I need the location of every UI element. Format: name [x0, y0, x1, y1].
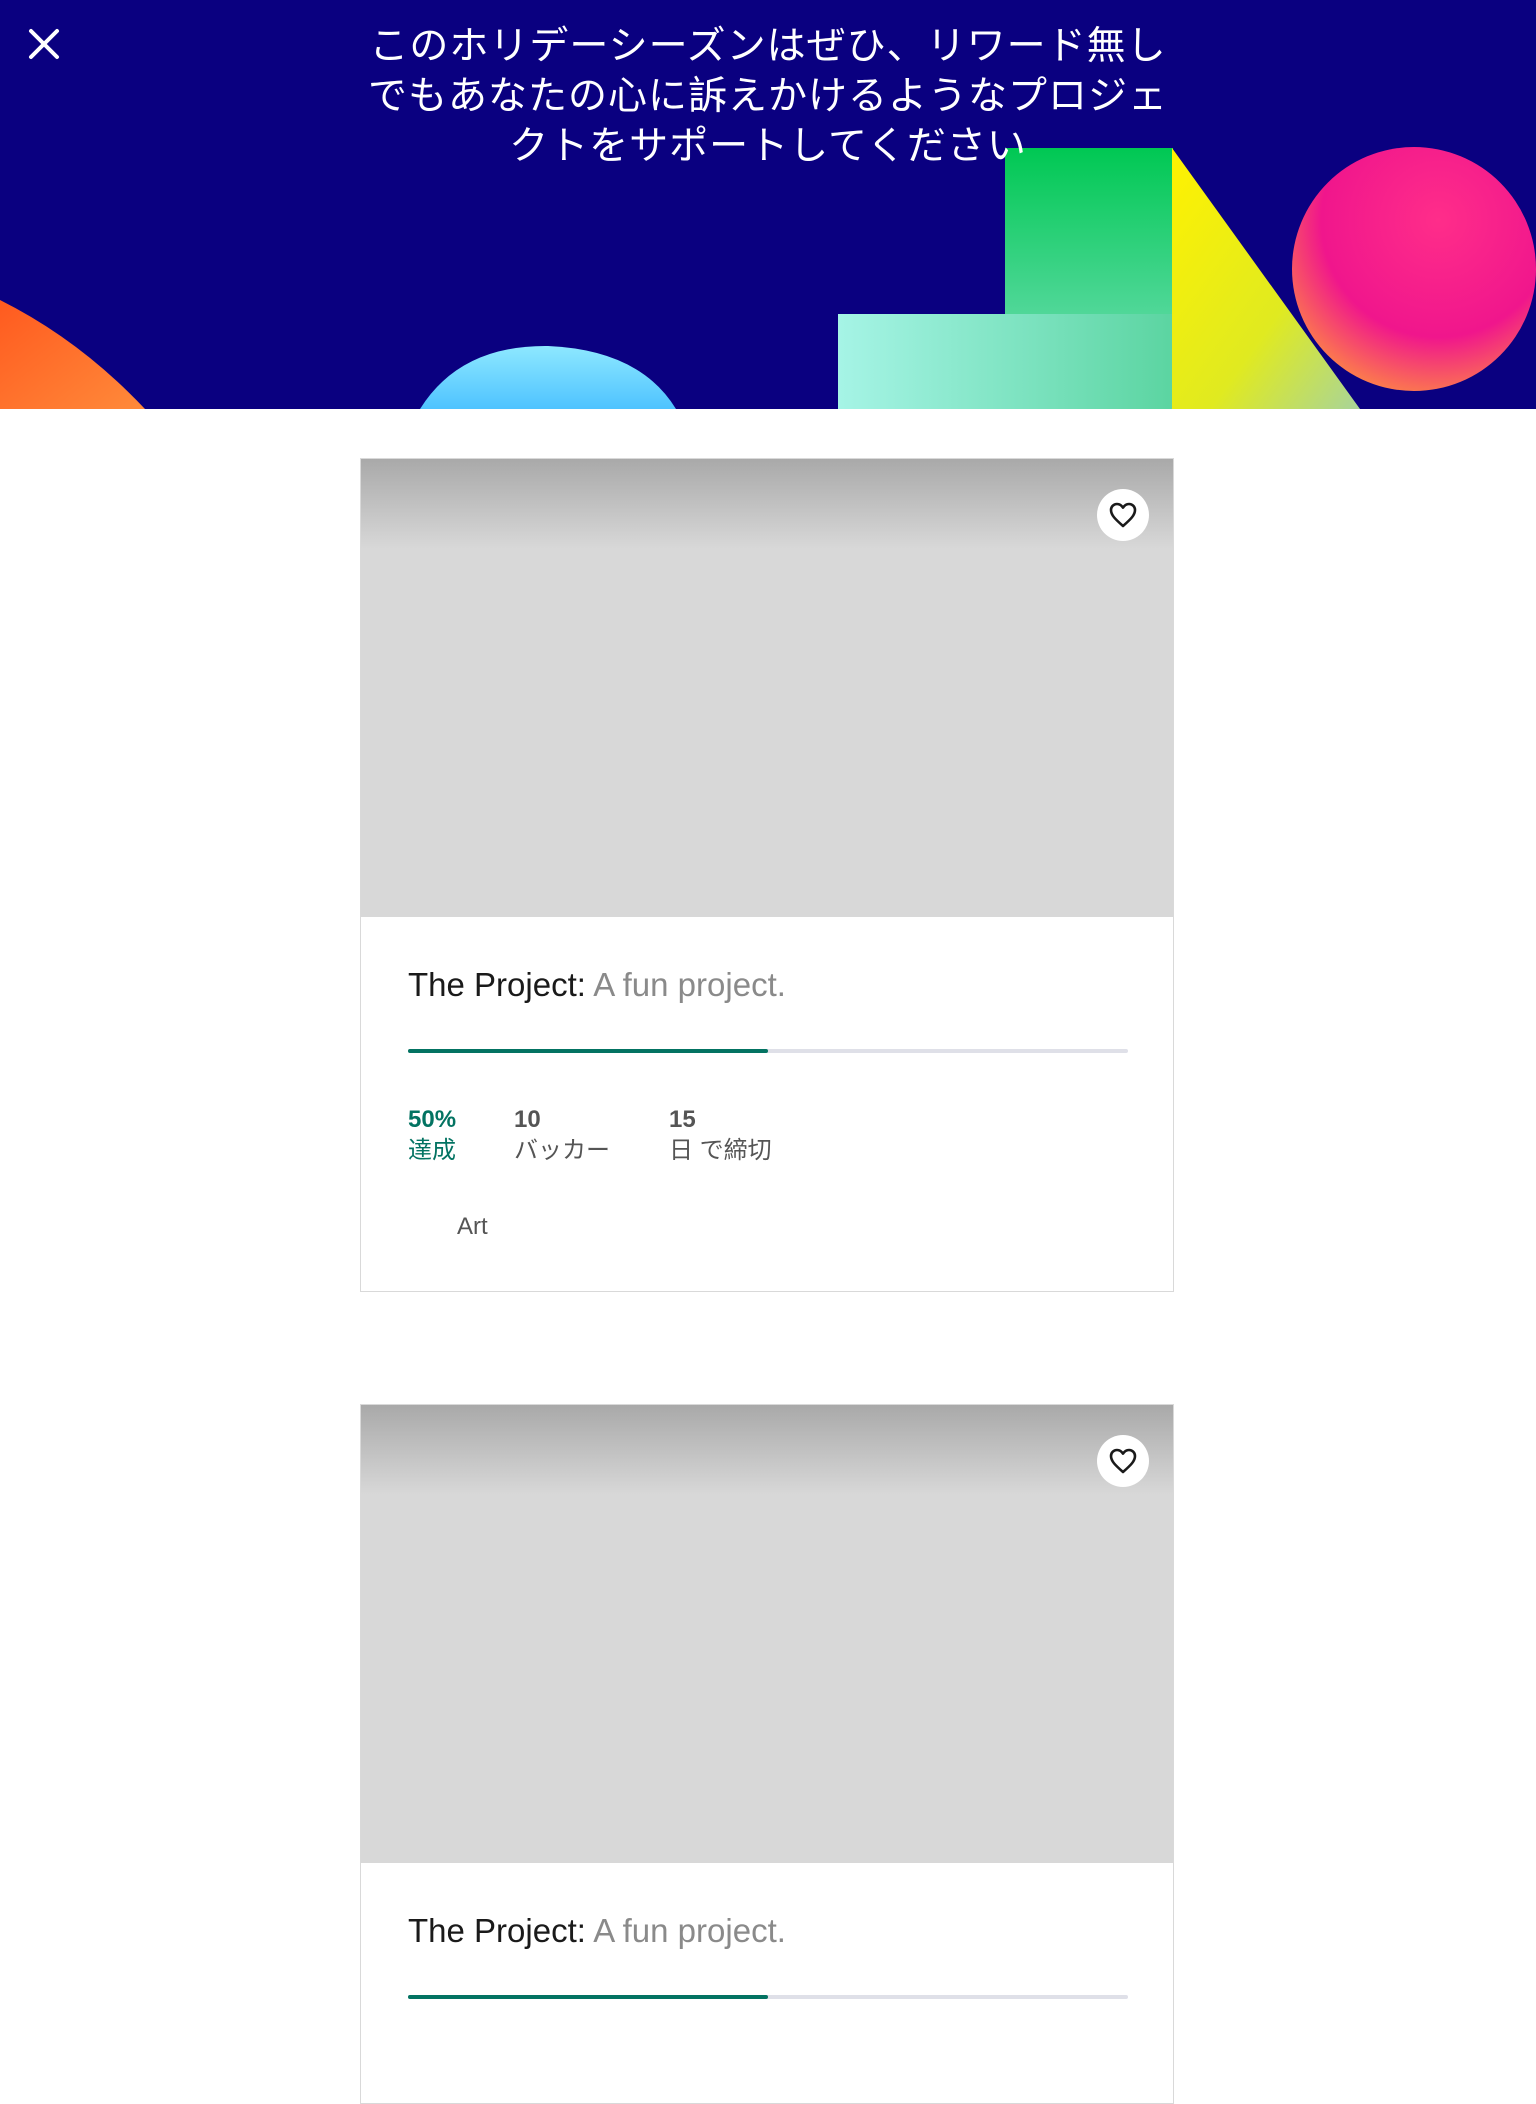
project-card[interactable]: The Project: A fun project.	[360, 1404, 1174, 2104]
heart-icon	[1109, 1448, 1137, 1474]
project-title[interactable]: The Project: A fun project.	[408, 1911, 1126, 1951]
stat-days-left: 15 日 で締切	[669, 1105, 772, 1167]
funding-progress-fill	[408, 1049, 768, 1053]
funding-progress-bar	[408, 1049, 1128, 1053]
stat-funded-label: 達成	[408, 1137, 456, 1164]
header-banner: このホリデーシーズンはぜひ、リワード無し でもあなたの心に訴えかけるようなプロジ…	[0, 0, 1536, 409]
close-button[interactable]	[22, 22, 66, 66]
stat-funded: 50% 達成	[408, 1105, 514, 1167]
stat-days-label: 日 で締切	[669, 1137, 772, 1164]
header-title: このホリデーシーズンはぜひ、リワード無し でもあなたの心に訴えかけるようなプロジ…	[350, 22, 1186, 172]
project-image[interactable]	[361, 1405, 1173, 1863]
stat-funded-value: 50%	[408, 1106, 457, 1133]
project-image[interactable]	[361, 459, 1173, 917]
stat-backers-label: バッカー	[514, 1137, 610, 1164]
save-project-button[interactable]	[1097, 489, 1149, 541]
header-title-line: クトをサポートしてください	[509, 124, 1027, 169]
project-name: The Project:	[408, 966, 586, 1003]
header-title-line: でもあなたの心に訴えかけるようなプロジェ	[367, 74, 1168, 119]
stat-backers-value: 10	[514, 1106, 541, 1133]
project-title[interactable]: The Project: A fun project.	[408, 965, 1126, 1005]
project-card[interactable]: The Project: A fun project. 50% 達成 10 バッ…	[360, 458, 1174, 1292]
project-blurb: A fun project.	[593, 1912, 786, 1949]
save-project-button[interactable]	[1097, 1435, 1149, 1487]
project-name: The Project:	[408, 1912, 586, 1949]
project-blurb: A fun project.	[593, 966, 786, 1003]
funding-progress-fill	[408, 1995, 768, 1999]
funding-progress-bar	[408, 1995, 1128, 1999]
heart-icon	[1109, 502, 1137, 528]
stat-days-value: 15	[669, 1106, 696, 1133]
project-stats: 50% 達成 10 バッカー 15 日 で締切	[408, 1105, 1126, 1167]
close-icon	[29, 29, 59, 59]
header-title-line: このホリデーシーズンはぜひ、リワード無し	[369, 24, 1167, 69]
project-category[interactable]: Art	[457, 1213, 1126, 1241]
stat-backers: 10 バッカー	[514, 1105, 669, 1167]
